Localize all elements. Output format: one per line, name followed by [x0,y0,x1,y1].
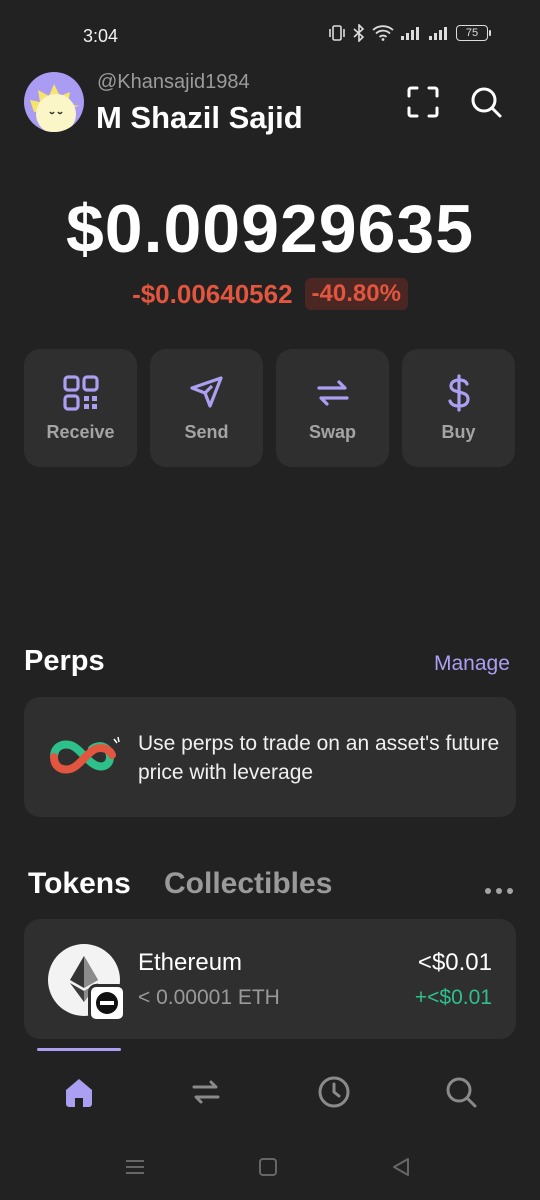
battery-indicator: 75 [456,25,491,41]
dollar-icon [447,374,470,412]
vibrate-icon [329,25,345,41]
tab-collectibles[interactable]: Collectibles [164,867,332,901]
change-percent-badge: -40.80% [304,278,408,310]
scan-icon[interactable] [403,82,443,122]
balance-amount: $0.00929635 [65,191,475,267]
history-icon[interactable] [312,1070,356,1114]
change-amount: -$0.00640562 [132,278,293,309]
send-icon [189,376,223,408]
avatar[interactable] [24,72,84,132]
network-badge-icon [88,984,126,1022]
swap-icon[interactable] [184,1070,228,1114]
recent-apps-icon[interactable] [120,1155,150,1179]
signal-icon [401,27,419,40]
perps-promo-text: Use perps to trade on an asset's future … [138,732,500,784]
balance-change: -$0.00640562 -40.80% [0,278,540,310]
token-value: <$0.01 [417,949,492,976]
signal-icon [429,27,447,40]
wifi-icon [372,25,394,41]
more-icon[interactable] [484,875,514,901]
home-icon[interactable] [57,1070,101,1114]
search-icon[interactable] [439,1070,483,1114]
nav-active-indicator [37,1048,121,1051]
tab-tokens[interactable]: Tokens [28,867,131,901]
send-button[interactable]: Send [150,349,263,467]
receive-button[interactable]: Receive [24,349,137,467]
swap-label: Swap [308,422,356,442]
receive-label: Receive [46,422,115,442]
qr-code-icon [62,375,99,411]
user-handle: @Khansajid1984 [97,71,250,93]
token-name: Ethereum [138,949,243,976]
swap-button[interactable]: Swap [276,349,389,467]
search-icon[interactable] [466,82,506,122]
send-label: Send [184,422,229,442]
status-time: 3:04 [83,26,119,46]
swap-icon [316,380,349,406]
manage-link[interactable]: Manage [434,652,510,676]
home-system-icon[interactable] [253,1155,283,1179]
token-amount: < 0.00001 ETH [138,986,280,1009]
status-icons: 75 [328,24,491,42]
buy-label: Buy [441,422,476,442]
back-icon[interactable] [386,1155,416,1179]
token-change: +<$0.01 [414,986,492,1009]
account-name[interactable]: M Shazil Sajid [96,100,303,136]
perps-heading: Perps [24,645,105,677]
buy-button[interactable]: Buy [402,349,515,467]
bluetooth-icon [353,24,365,42]
perps-infinity-icon [46,735,122,784]
